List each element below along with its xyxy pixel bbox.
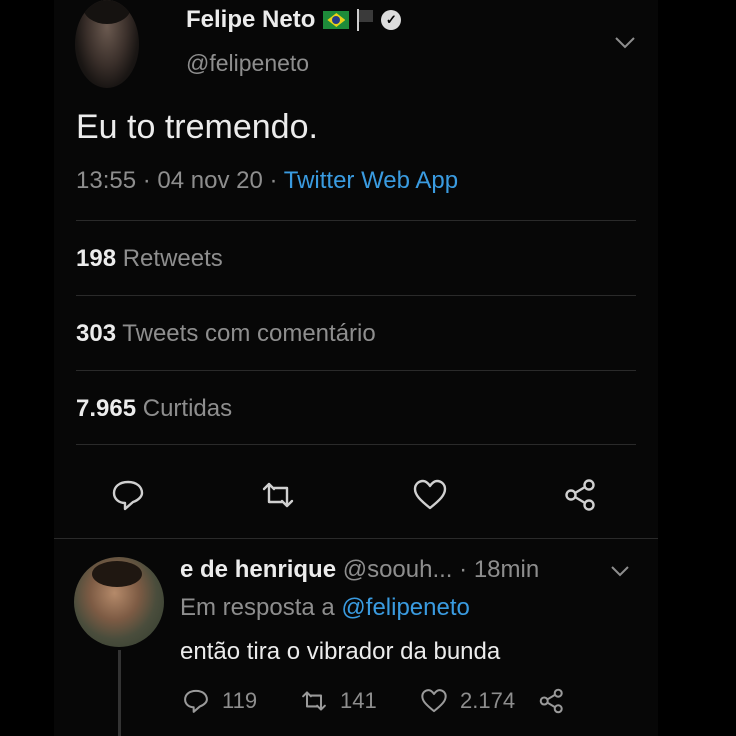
- reply-author-handle[interactable]: @soouh...: [343, 556, 453, 583]
- tweet-time: 13:55: [76, 167, 137, 194]
- chevron-down-icon[interactable]: [610, 565, 630, 577]
- reply-retweet-button[interactable]: 141: [300, 686, 377, 716]
- reply-text: então tira o vibrador da bunda: [180, 638, 501, 665]
- reply-author-name[interactable]: e de henrique: [180, 556, 336, 583]
- author-handle[interactable]: @felipeneto: [186, 50, 309, 77]
- share-icon[interactable]: [563, 478, 599, 512]
- tweet-client-link[interactable]: Twitter Web App: [284, 167, 458, 194]
- quote-tweets-label: Tweets com comentário: [122, 320, 376, 347]
- divider: [76, 444, 636, 445]
- likes-count: 7.965: [76, 395, 137, 422]
- author-avatar[interactable]: [75, 0, 139, 88]
- like-icon[interactable]: [412, 478, 448, 512]
- retweets-label: Retweets: [122, 245, 223, 272]
- tweet-text: Eu to tremendo.: [76, 108, 318, 146]
- tweet-meta: 13:55 · 04 nov 20 · Twitter Web App: [76, 167, 458, 195]
- like-icon: [421, 689, 447, 713]
- black-flag-icon: [357, 9, 374, 31]
- quote-tweets-stat[interactable]: 303 Tweets com comentário: [76, 320, 376, 348]
- reply-time[interactable]: · 18min: [459, 556, 539, 583]
- share-icon: [539, 688, 563, 714]
- reply-like-button[interactable]: 2.174: [420, 686, 515, 716]
- brazil-flag-icon: [323, 11, 350, 29]
- retweet-icon[interactable]: [260, 478, 296, 512]
- divider: [76, 370, 636, 371]
- divider: [54, 538, 658, 539]
- author-name-row: Felipe Neto ✓: [186, 6, 402, 34]
- reply-likes-count: 2.174: [460, 688, 516, 713]
- reply-share-button[interactable]: [538, 686, 566, 716]
- likes-label: Curtidas: [142, 395, 233, 422]
- reply-author-avatar[interactable]: [74, 557, 164, 647]
- author-name[interactable]: Felipe Neto: [186, 6, 315, 34]
- retweets-stat[interactable]: 198 Retweets: [76, 245, 223, 273]
- divider: [76, 295, 636, 296]
- retweet-icon: [302, 691, 326, 711]
- in-reply-to: Em resposta a @felipeneto: [180, 594, 470, 622]
- likes-stat[interactable]: 7.965 Curtidas: [76, 395, 232, 423]
- divider: [76, 220, 636, 221]
- verified-badge-icon: ✓: [381, 10, 402, 30]
- meta-separator: ·: [142, 167, 151, 194]
- reply-reply-button[interactable]: 119: [182, 686, 257, 716]
- meta-separator: ·: [269, 167, 278, 194]
- chevron-down-icon[interactable]: [614, 36, 636, 50]
- tweet-date: 04 nov 20: [157, 167, 263, 194]
- reply-replies-count: 119: [222, 688, 258, 713]
- retweets-count: 198: [76, 245, 117, 272]
- thread-line: [118, 650, 121, 736]
- reply-retweets-count: 141: [340, 688, 377, 713]
- in-reply-to-prefix: Em resposta a: [180, 594, 335, 621]
- quote-tweets-count: 303: [76, 320, 117, 347]
- in-reply-to-mention[interactable]: @felipeneto: [341, 594, 469, 621]
- reply-icon[interactable]: [110, 478, 146, 512]
- reply-icon: [184, 689, 208, 713]
- reply-header: e de henrique @soouh... · 18min: [180, 556, 539, 584]
